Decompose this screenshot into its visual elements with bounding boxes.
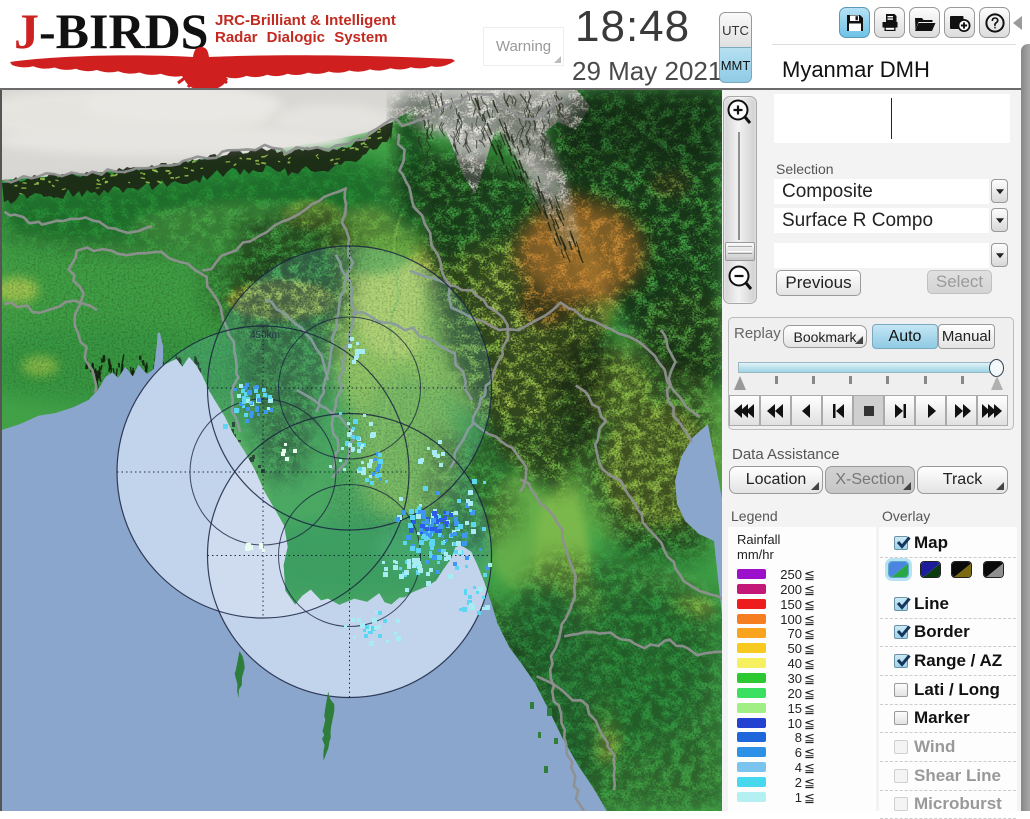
svg-text:450km: 450km [250, 330, 280, 341]
svg-text:Radar Dialogic System: Radar Dialogic System [215, 29, 388, 46]
svg-text:JRC-Brilliant & Intelligent: JRC-Brilliant & Intelligent [215, 12, 396, 29]
svg-text:J-BIRDS: J-BIRDS [14, 3, 208, 59]
